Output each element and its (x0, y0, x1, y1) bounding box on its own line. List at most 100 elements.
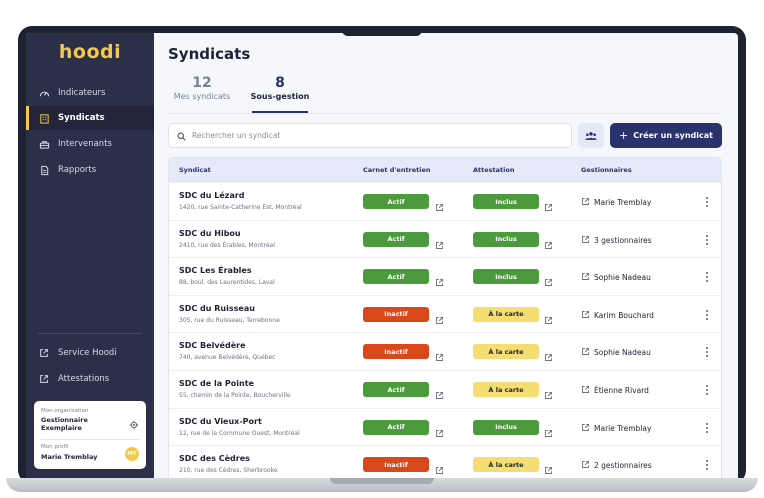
gestionnaire-name: Marie Tremblay (594, 423, 652, 433)
gestionnaire-link[interactable]: 2 gestionnaires (581, 460, 652, 471)
table-row[interactable]: SDC du Vieux-Port 12, rue de la Commune O… (169, 407, 721, 446)
syndicat-name[interactable]: SDC du Lézard (179, 191, 245, 200)
sidebar-item-label: Syndicats (58, 113, 105, 123)
syndicat-name[interactable]: SDC Les Érables (179, 266, 252, 275)
sidebar-item-indicateurs[interactable]: Indicateurs (26, 81, 154, 105)
external-link-icon[interactable] (435, 197, 444, 211)
create-syndicat-button[interactable]: + Créer un syndicat (610, 123, 722, 148)
carnet-status-badge: Actif (363, 269, 429, 285)
row-menu-icon[interactable] (703, 458, 711, 472)
carnet-status-badge: Actif (363, 194, 429, 209)
external-link-icon (581, 423, 594, 434)
gestionnaire-link[interactable]: Karim Bouchard (581, 310, 654, 321)
external-link-icon[interactable] (435, 423, 444, 437)
gestionnaire-link[interactable]: Sophie Nadeau (581, 272, 651, 283)
create-button-label: Créer un syndicat (633, 131, 713, 140)
tabs-divider (168, 113, 722, 114)
external-link-icon[interactable] (435, 310, 444, 324)
building-icon (38, 112, 50, 124)
search-icon (177, 126, 186, 145)
table-row[interactable]: SDC du Ruisseau 305, rue du Ruisseau, Ter… (169, 294, 721, 333)
row-menu-icon[interactable] (703, 308, 711, 322)
search-bar (168, 123, 572, 148)
tab-count: 8 (275, 75, 285, 91)
table-row[interactable]: SDC de la Pointe 55, chemin de la Pointe,… (169, 370, 721, 408)
hoodi-logo[interactable]: hoodi (26, 41, 154, 63)
external-link-icon[interactable] (435, 385, 444, 399)
app-screen: hoodi Indicateurs Syndicats Intervenants… (26, 33, 738, 478)
gestionnaire-link[interactable]: Sophie Nadeau (581, 347, 651, 358)
external-link-icon (581, 385, 594, 396)
sidebar-item-label: Service Hoodi (58, 348, 117, 358)
laptop-base-lip (330, 478, 434, 484)
external-link-icon[interactable] (544, 385, 553, 399)
gestionnaire-link[interactable]: 3 gestionnaires (581, 235, 652, 246)
tab-mes-syndicats[interactable]: 12 Mes syndicats (170, 75, 234, 101)
external-link-icon[interactable] (544, 272, 553, 287)
sidebar-item-intervenants[interactable]: Intervenants (26, 132, 154, 156)
external-link-icon[interactable] (544, 235, 553, 249)
syndicat-name[interactable]: SDC du Vieux-Port (179, 417, 262, 426)
avatar[interactable]: MT (125, 447, 139, 461)
syndicat-name[interactable]: SDC du Ruisseau (179, 304, 255, 313)
external-link-icon[interactable] (435, 347, 444, 362)
table-row[interactable]: SDC des Cèdres 210, rue des Cèdres, Sherb… (169, 445, 721, 478)
search-input[interactable] (192, 131, 562, 140)
tab-label: Sous-gestion (250, 92, 310, 101)
table-row[interactable]: SDC Belvédère 740, avenue Belvédère, Québ… (169, 332, 721, 370)
table-row[interactable]: SDC du Hibou 2410, rue des Érables, Montr… (169, 219, 721, 258)
row-menu-icon[interactable] (703, 383, 711, 397)
sidebar-item-service-hoodi[interactable]: Service Hoodi (26, 341, 154, 365)
external-link-icon[interactable] (435, 235, 444, 249)
syndicat-name[interactable]: SDC du Hibou (179, 229, 241, 238)
external-link-icon[interactable] (435, 460, 444, 475)
syndicat-address: 55, chemin de la Pointe, Boucherville (179, 392, 291, 399)
page-title: Syndicats (168, 45, 251, 63)
gestionnaire-link[interactable]: Marie Tremblay (581, 423, 651, 434)
gestionnaire-name: Sophie Nadeau (594, 273, 651, 283)
gestionnaire-link[interactable]: Étienne Rivard (581, 385, 649, 396)
row-menu-icon[interactable] (703, 195, 711, 209)
attestation-status-badge: Inclus (473, 231, 539, 247)
sidebar-item-label: Indicateurs (58, 88, 106, 98)
gestionnaire-link[interactable]: Marie Tremblay (581, 197, 651, 208)
row-menu-icon[interactable] (703, 233, 711, 247)
syndicat-name[interactable]: SDC des Cèdres (179, 454, 250, 463)
team-filter-button[interactable] (578, 123, 604, 148)
sidebar-item-label: Attestations (58, 374, 110, 384)
table-row[interactable]: SDC Les Érables 88, boul. des Laurentides… (169, 257, 721, 295)
tab-sous-gestion[interactable]: 8 Sous-gestion (250, 75, 310, 101)
carnet-status-badge: Inactif (363, 344, 429, 360)
external-link-icon[interactable] (544, 423, 553, 437)
carnet-status-badge: Inactif (363, 306, 429, 322)
syndicat-address: 740, avenue Belvédère, Québec (179, 354, 276, 362)
org-card-divider (41, 439, 139, 440)
sidebar-divider (38, 333, 142, 334)
gear-icon[interactable] (129, 415, 139, 430)
row-menu-icon[interactable] (703, 270, 711, 284)
main-content: Syndicats 12 Mes syndicats 8 Sous-gestio… (154, 33, 738, 478)
syndicat-name[interactable]: SDC Belvédère (179, 341, 246, 350)
row-menu-icon[interactable] (703, 345, 711, 359)
org-label: Mon organisation (41, 408, 89, 414)
sidebar-item-label: Rapports (58, 165, 97, 175)
syndicat-address: 305, rue du Ruisseau, Terrebonne (179, 316, 280, 324)
syndicat-name[interactable]: SDC de la Pointe (179, 379, 254, 388)
sidebar: hoodi Indicateurs Syndicats Intervenants… (26, 33, 154, 478)
row-menu-icon[interactable] (703, 421, 711, 435)
gestionnaire-name: 3 gestionnaires (594, 235, 652, 245)
external-link-icon[interactable] (544, 347, 553, 362)
gestionnaire-name: Marie Tremblay (594, 198, 652, 207)
external-link-icon[interactable] (544, 460, 553, 475)
external-link-icon[interactable] (544, 310, 553, 324)
column-header-gestionnaires: Gestionnaires (581, 166, 632, 174)
attestation-status-badge: Inclus (473, 194, 539, 209)
table-row[interactable]: SDC du Lézard 1420, rue Sainte-Catherine … (169, 182, 721, 220)
sidebar-item-rapports[interactable]: Rapports (26, 158, 154, 182)
sidebar-item-syndicats[interactable]: Syndicats (26, 106, 154, 130)
external-link-icon[interactable] (544, 197, 553, 211)
syndicat-address: 88, boul. des Laurentides, Laval (179, 279, 275, 287)
sidebar-item-attestations[interactable]: Attestations (26, 367, 154, 391)
syndicat-address: 2410, rue des Érables, Montréal (179, 241, 275, 249)
external-link-icon[interactable] (435, 272, 444, 287)
